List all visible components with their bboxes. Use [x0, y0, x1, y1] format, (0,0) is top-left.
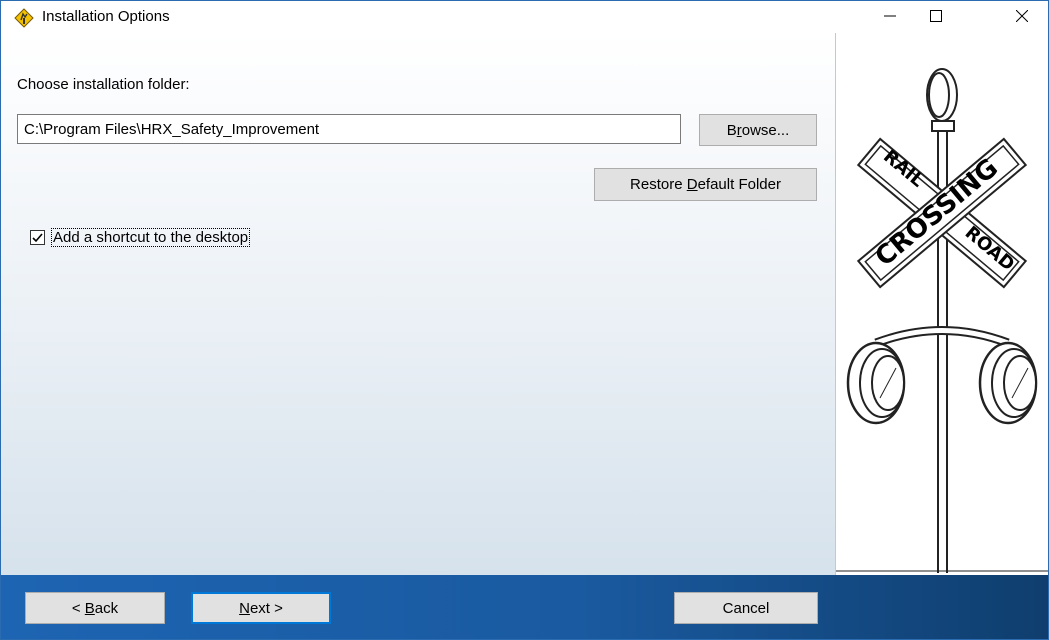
next-button[interactable]: Next >	[191, 592, 331, 624]
restore-default-folder-button[interactable]: Restore Default Folder	[594, 168, 817, 201]
next-label-accel: N	[239, 599, 250, 617]
wizard-footer: < Back Next > Cancel	[1, 575, 1048, 639]
title-bar[interactable]: Installation Options	[1, 1, 1048, 33]
close-button[interactable]	[999, 1, 1045, 33]
next-label-post: ext >	[249, 599, 283, 617]
back-label-post: ack	[94, 599, 119, 617]
desktop-shortcut-option[interactable]: Add a shortcut to the desktop	[30, 228, 251, 247]
checkmark-icon	[32, 233, 43, 243]
window-title: Installation Options	[42, 8, 170, 25]
options-panel: Choose installation folder: Browse... Re…	[1, 33, 835, 575]
railroad-crossing-image: RAIL ROAD CROSSING	[835, 33, 1048, 576]
app-icon	[14, 8, 34, 28]
browse-label-pre: B	[726, 121, 737, 139]
close-icon	[1015, 9, 1029, 26]
folder-label: Choose installation folder:	[17, 76, 190, 93]
back-label-accel: B	[84, 599, 95, 617]
browse-button[interactable]: Br owse...	[699, 114, 817, 146]
minimize-icon	[884, 9, 896, 26]
restore-label-accel: D	[686, 176, 698, 193]
restore-label-post: efault Folder	[697, 176, 781, 193]
minimize-button[interactable]	[867, 1, 913, 33]
maximize-icon	[930, 9, 942, 26]
desktop-shortcut-label: Add a shortcut to the desktop	[51, 228, 251, 247]
back-button[interactable]: < Back	[25, 592, 165, 624]
restore-label-pre: Restore	[630, 176, 687, 193]
maximize-button[interactable]	[913, 1, 959, 33]
browse-label-post: owse...	[741, 121, 790, 139]
back-label-pre: <	[71, 599, 85, 617]
installer-window: Installation Options Choose installation…	[0, 0, 1049, 640]
cancel-button[interactable]: Cancel	[674, 592, 818, 624]
folder-path-input[interactable]	[17, 114, 681, 144]
desktop-shortcut-checkbox[interactable]	[30, 230, 45, 245]
